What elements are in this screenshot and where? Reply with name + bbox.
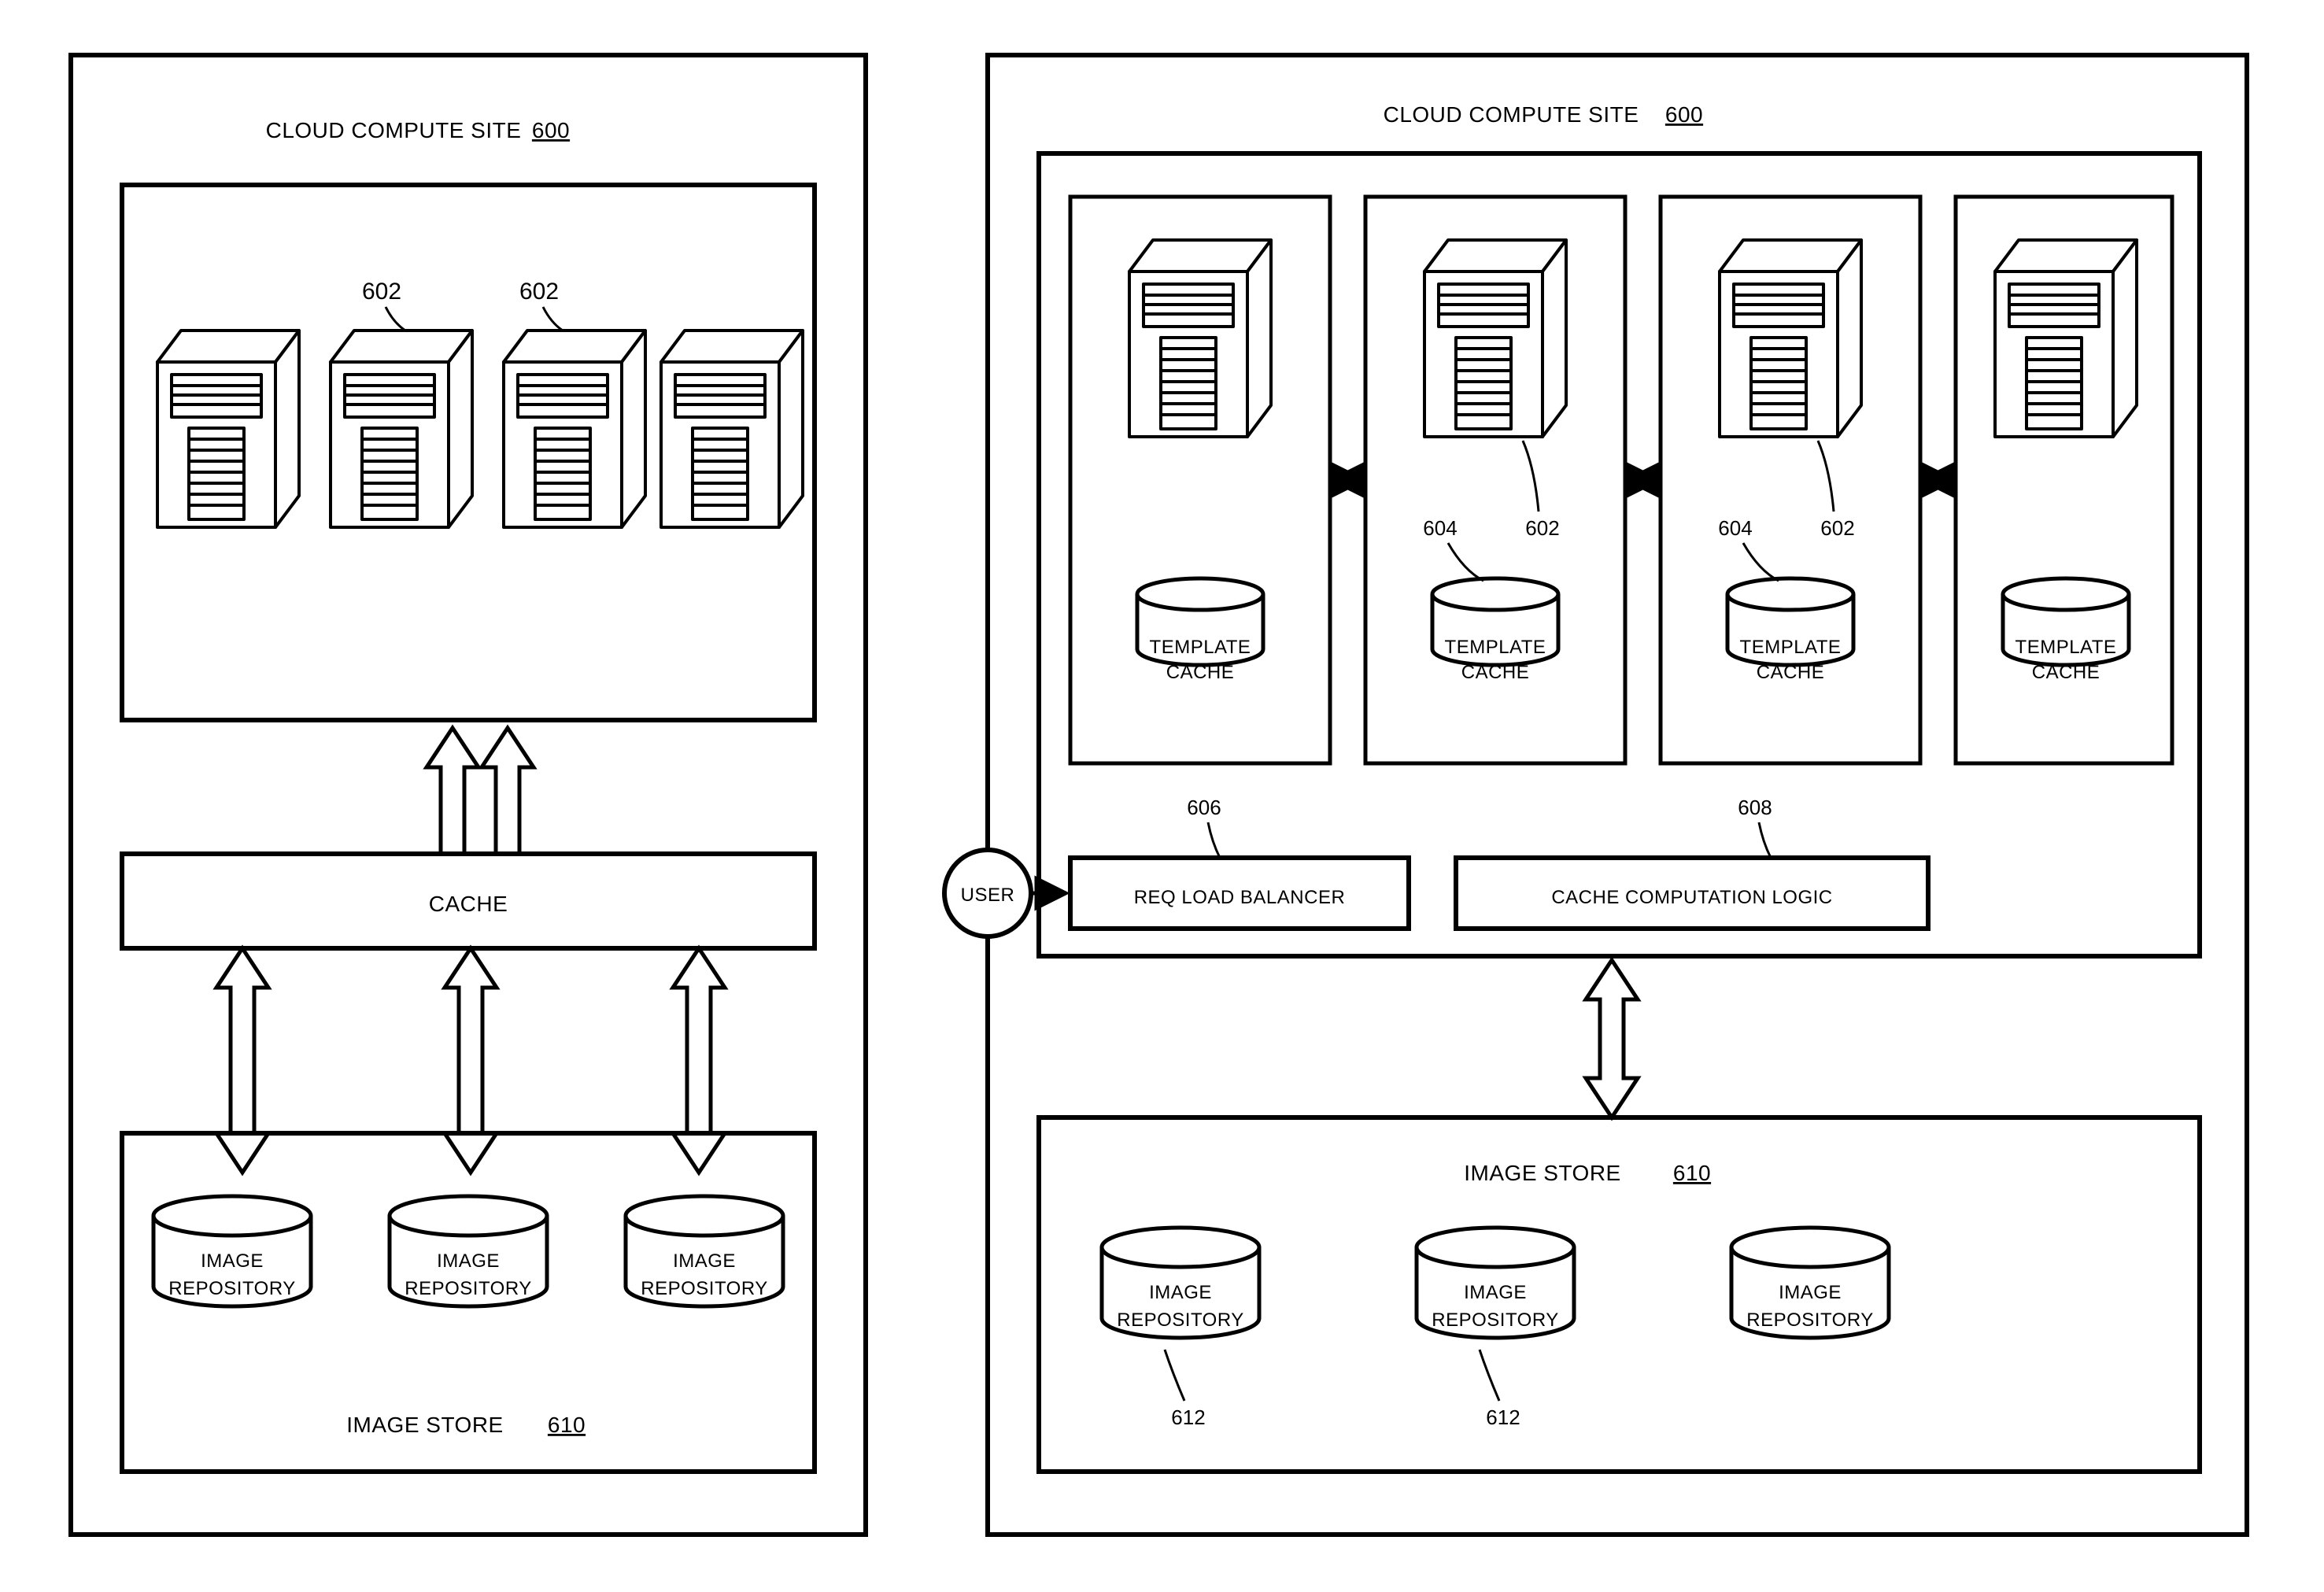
server-icon xyxy=(661,331,803,527)
label-602: 602 xyxy=(362,279,401,305)
compute-cell: TEMPLATE CACHE 604 602 xyxy=(1365,197,1625,763)
left-panel: CLOUD COMPUTE SITE 600 602 602 CACHE IMA… xyxy=(71,55,866,1535)
compute-cell: TEMPLATE CACHE xyxy=(1956,197,2172,763)
image-repo: IMAGE REPOSITORY xyxy=(1102,1228,1259,1338)
svg-text:REPOSITORY: REPOSITORY xyxy=(1432,1309,1559,1331)
svg-text:IMAGE: IMAGE xyxy=(1464,1282,1527,1303)
svg-text:TEMPLATE: TEMPLATE xyxy=(2015,637,2117,658)
diagram-root: CLOUD COMPUTE SITE 600 602 602 CACHE IMA… xyxy=(0,0,2324,1592)
cache-label: CACHE xyxy=(429,892,508,916)
svg-text:IMAGE: IMAGE xyxy=(1779,1282,1842,1303)
right-title: CLOUD COMPUTE SITE xyxy=(1384,102,1639,127)
svg-text:CACHE: CACHE xyxy=(1461,662,1530,683)
svg-text:TEMPLATE: TEMPLATE xyxy=(1445,637,1546,658)
svg-text:602: 602 xyxy=(1525,516,1559,540)
arrow-open-up xyxy=(427,728,478,854)
arrow-open-double xyxy=(445,948,497,1173)
svg-text:REPOSITORY: REPOSITORY xyxy=(1117,1309,1244,1331)
svg-text:IMAGE: IMAGE xyxy=(1149,1282,1212,1303)
svg-text:TEMPLATE: TEMPLATE xyxy=(1150,637,1251,658)
server-icon xyxy=(504,331,645,527)
svg-text:602: 602 xyxy=(1820,516,1854,540)
right-imgstore-title: IMAGE STORE xyxy=(1464,1161,1620,1185)
svg-text:CACHE: CACHE xyxy=(2032,662,2100,683)
arrow-open-double xyxy=(1586,960,1638,1117)
label-612: 612 xyxy=(1171,1405,1205,1429)
user-label: USER xyxy=(961,885,1015,906)
compute-cell: TEMPLATE CACHE xyxy=(1070,197,1330,763)
label-602: 602 xyxy=(519,279,559,305)
svg-text:REPOSITORY: REPOSITORY xyxy=(1746,1309,1874,1331)
load-balancer-label: REQ LOAD BALANCER xyxy=(1134,887,1346,908)
left-imgstore-title: IMAGE STORE xyxy=(346,1413,503,1437)
label-612: 612 xyxy=(1486,1405,1520,1429)
svg-text:REPOSITORY: REPOSITORY xyxy=(405,1278,532,1299)
svg-text:IMAGE: IMAGE xyxy=(201,1250,264,1272)
compute-cell: TEMPLATE CACHE 604 602 xyxy=(1661,197,1920,763)
right-imgstore-num: 610 xyxy=(1673,1161,1711,1185)
image-repo: IMAGE REPOSITORY xyxy=(1731,1228,1889,1338)
image-repo: IMAGE REPOSITORY xyxy=(626,1196,783,1306)
svg-text:604: 604 xyxy=(1718,516,1752,540)
svg-text:604: 604 xyxy=(1423,516,1457,540)
svg-text:IMAGE: IMAGE xyxy=(673,1250,736,1272)
image-repo: IMAGE REPOSITORY xyxy=(153,1196,311,1306)
server-icon xyxy=(331,331,472,527)
cache-logic-label: CACHE COMPUTATION LOGIC xyxy=(1551,887,1832,908)
arrow-open-double xyxy=(216,948,268,1173)
image-repo: IMAGE REPOSITORY xyxy=(390,1196,547,1306)
left-title-num: 600 xyxy=(532,118,570,142)
arrow-open-up xyxy=(482,728,534,854)
label-608: 608 xyxy=(1738,796,1772,819)
arrow-open-double xyxy=(673,948,725,1173)
image-repo: IMAGE REPOSITORY xyxy=(1417,1228,1574,1338)
svg-text:TEMPLATE: TEMPLATE xyxy=(1740,637,1842,658)
left-imgstore-num: 610 xyxy=(548,1413,586,1437)
label-606: 606 xyxy=(1187,796,1221,819)
svg-text:CACHE: CACHE xyxy=(1757,662,1825,683)
svg-text:CACHE: CACHE xyxy=(1166,662,1235,683)
svg-text:IMAGE: IMAGE xyxy=(437,1250,500,1272)
svg-text:REPOSITORY: REPOSITORY xyxy=(641,1278,768,1299)
server-icon xyxy=(157,331,299,527)
right-panel: CLOUD COMPUTE SITE 600 TEMPLATE CACHE TE… xyxy=(944,55,2247,1535)
right-title-num: 600 xyxy=(1665,102,1703,127)
svg-text:REPOSITORY: REPOSITORY xyxy=(168,1278,296,1299)
left-title: CLOUD COMPUTE SITE xyxy=(266,118,522,142)
